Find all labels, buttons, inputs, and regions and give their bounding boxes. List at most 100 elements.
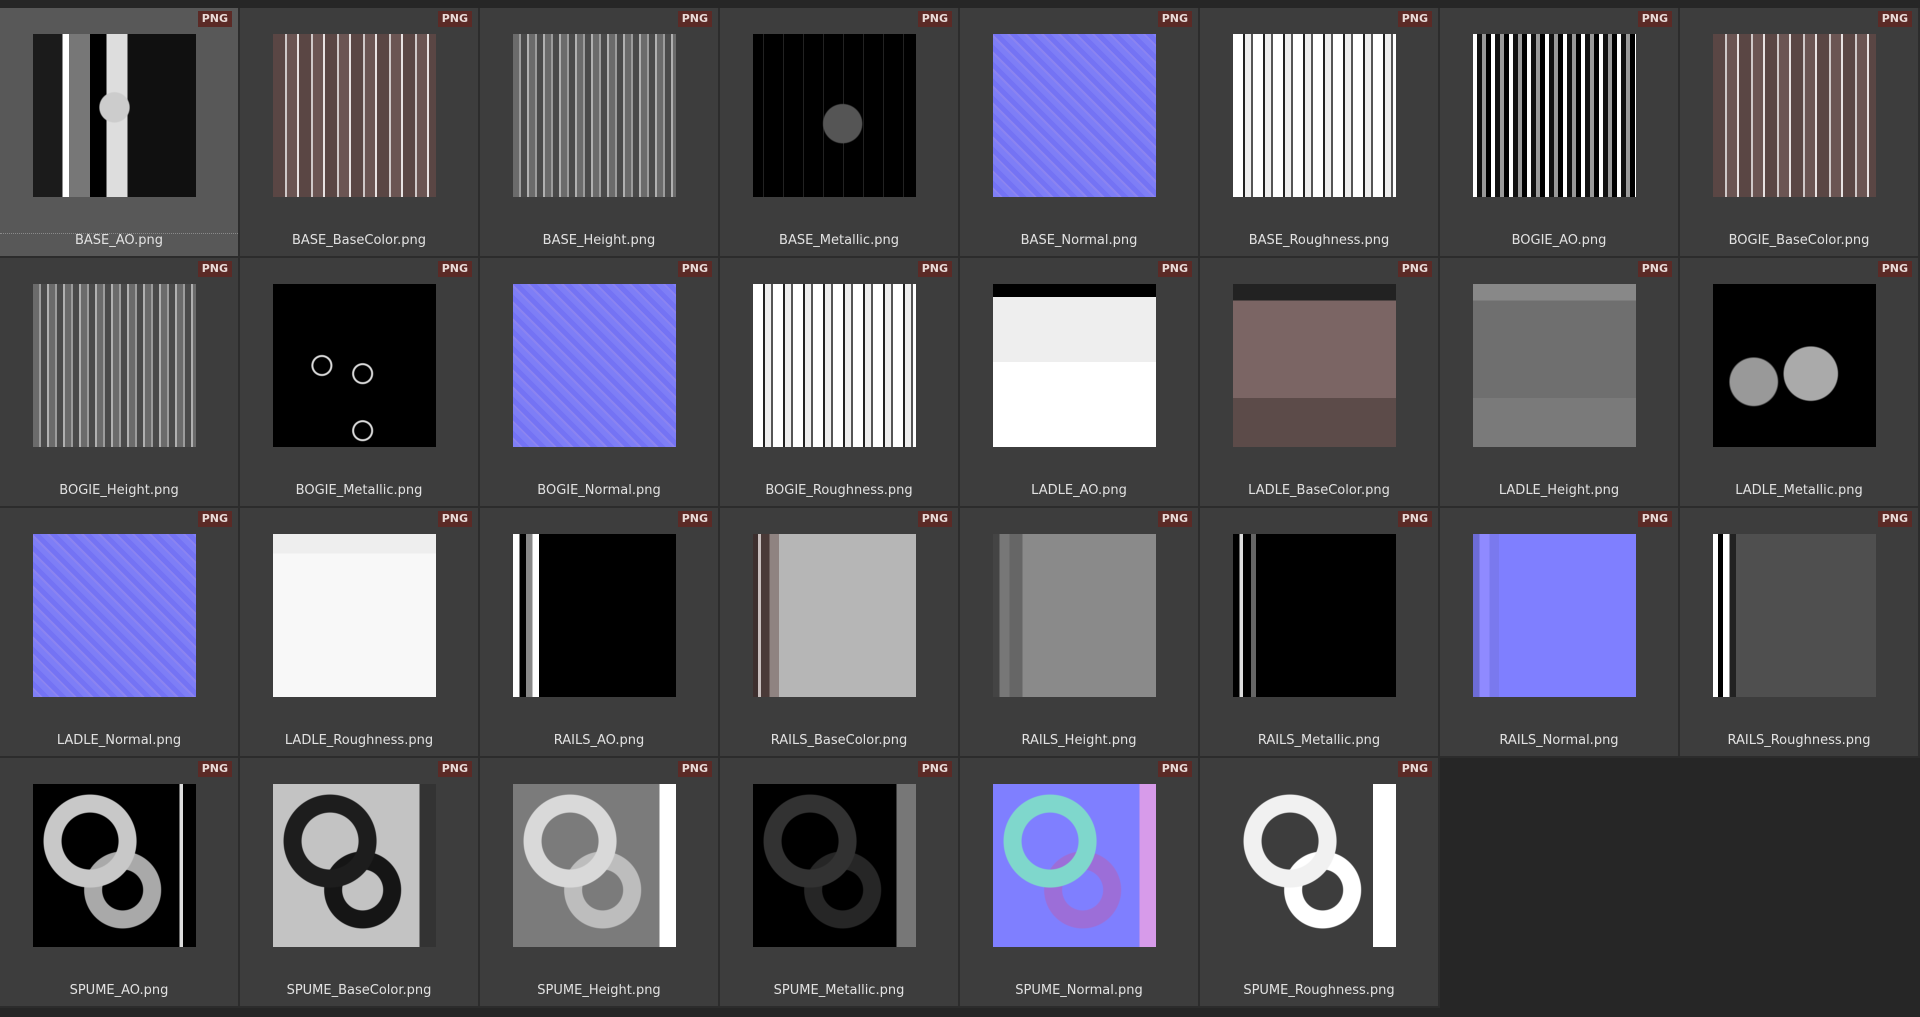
thumbnail-frame [993, 34, 1156, 197]
file-name: BASE_Metallic.png [779, 233, 899, 248]
texture-thumbnail [513, 534, 676, 697]
file-tile[interactable]: PNG BOGIE_BaseColor.png [1680, 8, 1920, 258]
thumbnail-frame [273, 34, 436, 197]
texture-thumbnail [273, 534, 436, 697]
file-name: BOGIE_Metallic.png [295, 483, 423, 498]
thumbnail-frame [33, 534, 196, 697]
texture-thumbnail [753, 534, 916, 697]
thumbnail-frame [753, 34, 916, 197]
file-tile[interactable]: PNG BASE_BaseColor.png [240, 8, 480, 258]
file-tile[interactable]: PNG RAILS_Metallic.png [1200, 508, 1440, 758]
thumbnail-frame [1473, 534, 1636, 697]
thumbnail-frame [273, 534, 436, 697]
file-type-badge: PNG [1397, 261, 1432, 277]
texture-thumbnail [1713, 34, 1876, 197]
file-tile[interactable]: PNG SPUME_Normal.png [960, 758, 1200, 1008]
file-tile[interactable]: PNG LADLE_AO.png [960, 258, 1200, 508]
file-type-badge: PNG [1157, 261, 1192, 277]
thumbnail-frame [753, 784, 916, 947]
file-name: RAILS_Roughness.png [1727, 733, 1871, 748]
texture-thumbnail [1233, 534, 1396, 697]
file-name: BOGIE_Normal.png [537, 483, 661, 498]
thumbnail-frame [1233, 534, 1396, 697]
file-tile[interactable]: PNG LADLE_Normal.png [0, 508, 240, 758]
file-name: BASE_BaseColor.png [291, 233, 427, 248]
file-tile[interactable]: PNG LADLE_Roughness.png [240, 508, 480, 758]
file-tile[interactable]: PNG BASE_AO.png [0, 8, 240, 258]
file-thumbnail-grid: PNG BASE_AO.png PNG BASE_BaseColor.png PNG BA… [0, 8, 1920, 1008]
file-name: SPUME_BaseColor.png [286, 983, 432, 998]
file-type-badge: PNG [437, 261, 472, 277]
texture-thumbnail [513, 284, 676, 447]
texture-thumbnail [1473, 284, 1636, 447]
thumbnail-frame [1473, 284, 1636, 447]
file-name: BASE_Roughness.png [1248, 233, 1390, 248]
file-type-badge: PNG [917, 11, 952, 27]
file-name: RAILS_Normal.png [1499, 733, 1619, 748]
thumbnail-frame [1233, 784, 1396, 947]
file-name: BOGIE_AO.png [1511, 233, 1607, 248]
file-tile[interactable]: PNG RAILS_BaseColor.png [720, 508, 960, 758]
file-tile[interactable]: PNG RAILS_AO.png [480, 508, 720, 758]
file-type-badge: PNG [437, 511, 472, 527]
file-tile[interactable]: PNG SPUME_Roughness.png [1200, 758, 1440, 1008]
file-tile[interactable]: PNG BOGIE_AO.png [1440, 8, 1680, 258]
thumbnail-frame [993, 534, 1156, 697]
file-name: LADLE_AO.png [1031, 483, 1127, 498]
file-name: LADLE_Metallic.png [1735, 483, 1863, 498]
file-tile[interactable]: PNG BOGIE_Height.png [0, 258, 240, 508]
file-type-badge: PNG [677, 11, 712, 27]
file-tile[interactable]: PNG BOGIE_Metallic.png [240, 258, 480, 508]
thumbnail-frame [273, 784, 436, 947]
thumbnail-frame [1713, 284, 1876, 447]
file-tile[interactable]: PNG LADLE_Metallic.png [1680, 258, 1920, 508]
file-type-badge: PNG [1157, 11, 1192, 27]
thumbnail-frame [753, 534, 916, 697]
file-type-badge: PNG [1397, 511, 1432, 527]
texture-thumbnail [1233, 784, 1396, 947]
thumbnail-frame [513, 534, 676, 697]
thumbnail-frame [513, 34, 676, 197]
file-type-badge: PNG [1637, 261, 1672, 277]
file-tile[interactable]: PNG SPUME_Height.png [480, 758, 720, 1008]
file-tile[interactable]: PNG RAILS_Roughness.png [1680, 508, 1920, 758]
file-type-badge: PNG [437, 11, 472, 27]
thumbnail-frame [1233, 284, 1396, 447]
file-name: BOGIE_BaseColor.png [1728, 233, 1870, 248]
thumbnail-frame [993, 284, 1156, 447]
file-type-badge: PNG [677, 511, 712, 527]
texture-thumbnail [993, 534, 1156, 697]
file-tile[interactable]: PNG LADLE_BaseColor.png [1200, 258, 1440, 508]
file-name: SPUME_AO.png [69, 983, 169, 998]
file-type-badge: PNG [197, 261, 232, 277]
texture-thumbnail [513, 34, 676, 197]
file-name: RAILS_Metallic.png [1257, 733, 1381, 748]
file-tile[interactable]: PNG BOGIE_Normal.png [480, 258, 720, 508]
file-type-badge: PNG [917, 761, 952, 777]
file-name: LADLE_Roughness.png [284, 733, 434, 748]
thumbnail-frame [1713, 534, 1876, 697]
file-tile[interactable]: PNG LADLE_Height.png [1440, 258, 1680, 508]
file-tile[interactable]: PNG BASE_Height.png [480, 8, 720, 258]
file-tile[interactable]: PNG SPUME_Metallic.png [720, 758, 960, 1008]
thumbnail-frame [1233, 34, 1396, 197]
file-tile[interactable]: PNG RAILS_Normal.png [1440, 508, 1680, 758]
texture-thumbnail [273, 34, 436, 197]
thumbnail-frame [993, 784, 1156, 947]
file-name: SPUME_Normal.png [1015, 983, 1143, 998]
file-type-badge: PNG [1877, 511, 1912, 527]
file-tile[interactable]: PNG BOGIE_Roughness.png [720, 258, 960, 508]
file-tile[interactable]: PNG BASE_Metallic.png [720, 8, 960, 258]
file-type-badge: PNG [197, 11, 232, 27]
file-tile[interactable]: PNG SPUME_AO.png [0, 758, 240, 1008]
file-name: LADLE_BaseColor.png [1248, 483, 1390, 498]
file-name: BASE_Height.png [542, 233, 656, 248]
file-tile[interactable]: PNG SPUME_BaseColor.png [240, 758, 480, 1008]
file-type-badge: PNG [1877, 261, 1912, 277]
file-tile[interactable]: PNG RAILS_Height.png [960, 508, 1200, 758]
file-type-badge: PNG [1157, 511, 1192, 527]
file-name: BOGIE_Height.png [59, 483, 179, 498]
file-tile[interactable]: PNG BASE_Normal.png [960, 8, 1200, 258]
thumbnail-frame [1713, 34, 1876, 197]
file-tile[interactable]: PNG BASE_Roughness.png [1200, 8, 1440, 258]
